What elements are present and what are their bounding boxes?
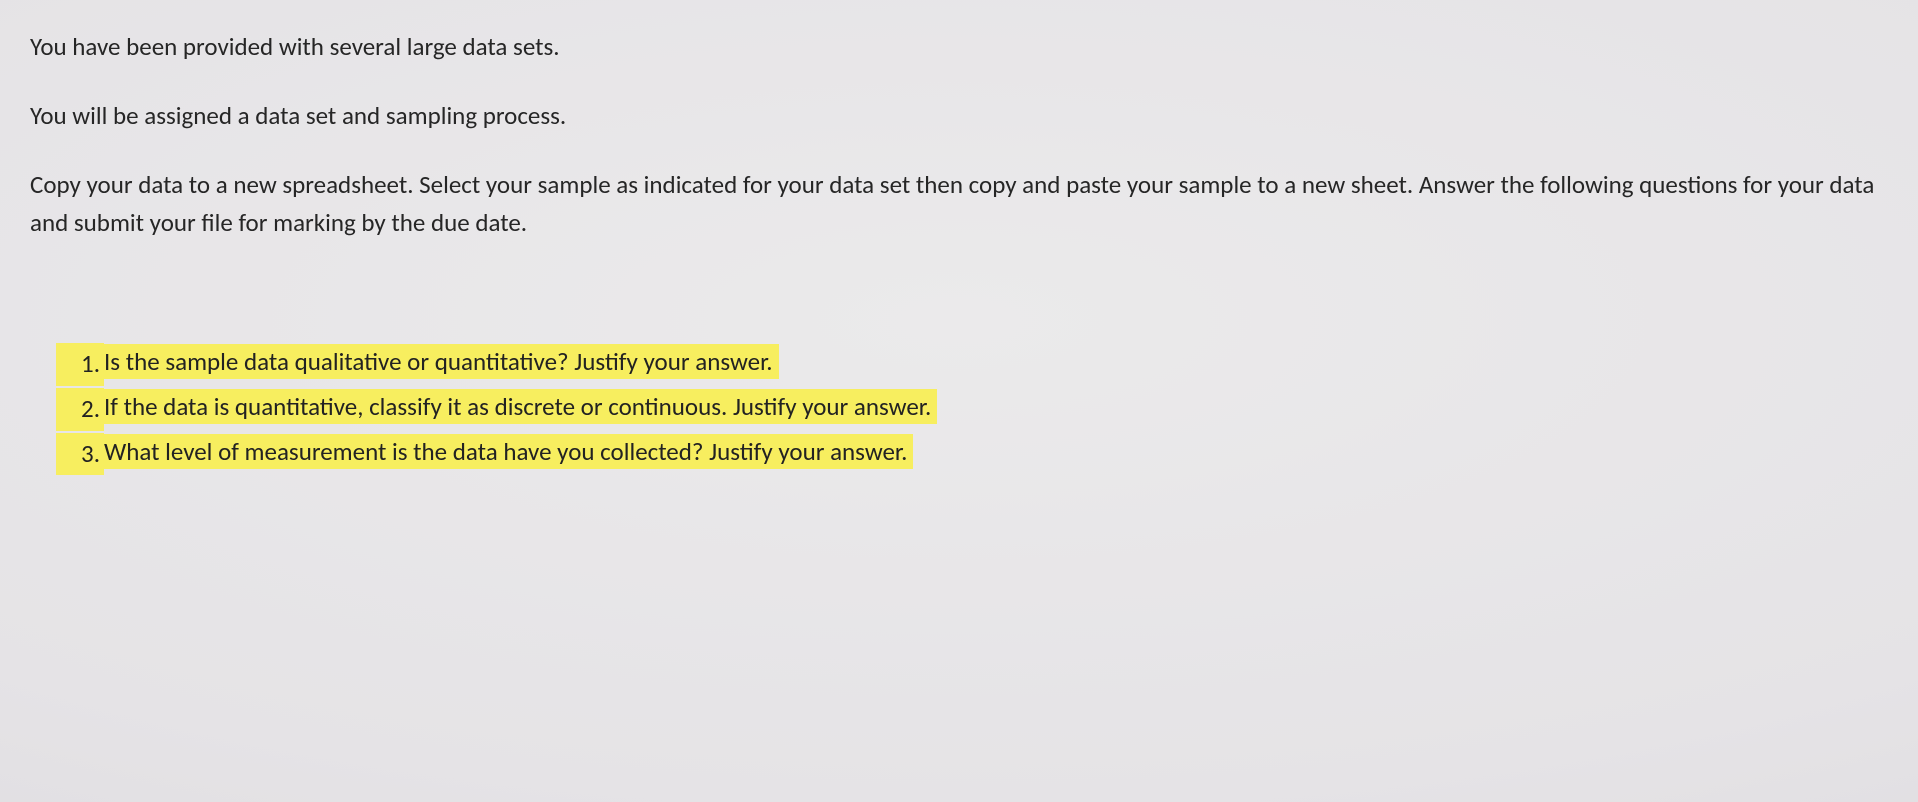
intro-line-2: You will be assigned a data set and samp… — [30, 97, 1888, 136]
question-2: If the data is quantitative, classify it… — [100, 388, 1888, 427]
intro-line-3: Copy your data to a new spreadsheet. Sel… — [30, 166, 1888, 244]
intro-line-1: You have been provided with several larg… — [30, 28, 1888, 67]
question-3-text: What level of measurement is the data ha… — [100, 434, 913, 469]
instructions-block: You have been provided with several larg… — [30, 28, 1888, 243]
question-3: What level of measurement is the data ha… — [100, 433, 1888, 472]
question-1-text: Is the sample data qualitative or quanti… — [100, 344, 779, 379]
question-list: Is the sample data qualitative or quanti… — [30, 343, 1888, 471]
question-1: Is the sample data qualitative or quanti… — [100, 343, 1888, 382]
question-2-text: If the data is quantitative, classify it… — [100, 389, 937, 424]
